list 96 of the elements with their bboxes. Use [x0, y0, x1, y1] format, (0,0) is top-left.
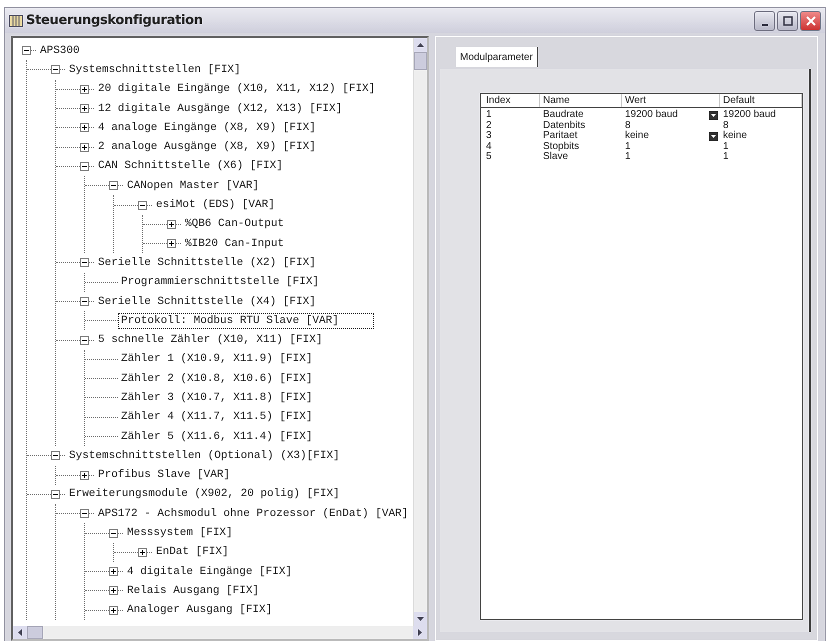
- tree-item[interactable]: Zähler 3 (X10.7, X11.8) [FIX]: [118, 390, 316, 406]
- tree-item[interactable]: Erweiterungsmodule (X902, 20 polig) [FIX]: [66, 486, 343, 502]
- scroll-right-icon[interactable]: [413, 626, 427, 639]
- expand-icon[interactable]: [80, 84, 89, 94]
- table-cell: 1: [625, 142, 631, 152]
- collapse-icon[interactable]: [51, 451, 60, 460]
- tree-item[interactable]: 4 analoge Eingänge (X8, X9) [FIX]: [95, 120, 319, 136]
- tree-item[interactable]: %IB20 Can-Input: [182, 236, 288, 252]
- tree-item[interactable]: Serielle Schnittstelle (X4) [FIX]: [95, 294, 319, 310]
- scroll-down-icon[interactable]: [414, 612, 427, 626]
- tree-item[interactable]: 2 analoge Ausgänge (X8, X9) [FIX]: [95, 139, 319, 156]
- tree-item[interactable]: Analoger Ausgang [FIX]: [124, 602, 276, 618]
- close-icon: [806, 16, 816, 26]
- grid-icon: [9, 14, 23, 26]
- expand-icon[interactable]: [109, 567, 118, 576]
- tree-item[interactable]: %QB6 Can-Output: [182, 216, 288, 232]
- tree-item[interactable]: Systemschnittstellen [FIX]: [66, 62, 244, 78]
- table-cell-text: 2: [485, 120, 493, 131]
- table-cell-text: Slave: [542, 152, 568, 162]
- scroll-thumb[interactable]: [27, 626, 43, 639]
- scroll-thumb[interactable]: [414, 52, 427, 70]
- table-cell-text: 8: [625, 120, 631, 130]
- table-cell-text: 1: [722, 142, 730, 152]
- tree-item[interactable]: 12 digitale Ausgänge (X12, X13) [FIX]: [95, 100, 346, 117]
- dropdown-arrow-icon[interactable]: [709, 110, 718, 120]
- table-cell-text: Stopbits: [542, 142, 580, 152]
- tree-item[interactable]: Systemschnittstellen (Optional) (X3)[FIX]: [66, 448, 343, 464]
- table-cell-text: Baudrate: [542, 110, 585, 120]
- close-button[interactable]: [800, 10, 821, 30]
- tree-item[interactable]: esiMot (EDS) [VAR]: [153, 197, 278, 214]
- window-title: Steuerungskonfiguration: [26, 13, 203, 28]
- tree-item[interactable]: EnDat [FIX]: [153, 544, 232, 560]
- collapse-icon[interactable]: [22, 46, 31, 56]
- column-header[interactable]: Default: [720, 94, 802, 107]
- table-cell-text: 5: [485, 152, 493, 162]
- scroll-left-icon[interactable]: [13, 626, 27, 639]
- table-cell: 19200 baud: [625, 110, 678, 120]
- tree-item[interactable]: Profibus Slave [VAR]: [95, 467, 234, 484]
- collapse-icon[interactable]: [80, 258, 89, 268]
- tree-item[interactable]: Zähler 4 (X11.7, X11.5) [FIX]: [118, 409, 316, 426]
- tab[interactable]: Modulparameter: [456, 47, 538, 67]
- collapse-icon[interactable]: [80, 162, 89, 171]
- expand-icon[interactable]: [80, 470, 89, 480]
- collapse-icon[interactable]: [51, 65, 60, 74]
- collapse-icon[interactable]: [51, 490, 60, 499]
- column-header[interactable]: Wert: [622, 94, 720, 107]
- tree-item[interactable]: 5 schnelle Zähler (X10, X11) [FIX]: [95, 332, 326, 348]
- maximize-button[interactable]: [777, 10, 798, 30]
- tree-item[interactable]: Zähler 5 (X11.6, X11.4) [FIX]: [118, 428, 316, 445]
- tree-item[interactable]: 20 digitale Eingänge (X10, X11, X12) [FIX]: [95, 81, 378, 98]
- tree-item[interactable]: APS172 - Achsmodul ohne Prozessor (EnDat) [VAR]: [95, 506, 412, 522]
- column-header[interactable]: Name: [540, 94, 622, 107]
- table-cell-text: 4: [485, 142, 493, 152]
- expand-icon[interactable]: [109, 586, 118, 596]
- minimize-icon: [762, 24, 768, 26]
- table-cell-text: 8: [722, 120, 730, 130]
- collapse-icon[interactable]: [80, 297, 89, 306]
- tree-item[interactable]: Messsystem [FIX]: [124, 525, 236, 542]
- expand-icon[interactable]: [167, 239, 176, 248]
- table-cell-text: 1: [485, 110, 493, 120]
- tree-item[interactable]: Zähler 1 (X10.9, X11.9) [FIX]: [118, 351, 316, 368]
- table-cell: keine: [625, 131, 649, 142]
- collapse-icon[interactable]: [138, 200, 147, 210]
- dropdown-arrow-icon[interactable]: [709, 132, 718, 141]
- column-header[interactable]: Index: [483, 94, 540, 107]
- expand-icon[interactable]: [138, 548, 147, 557]
- horizontal-scrollbar[interactable]: [13, 626, 427, 639]
- tree-item[interactable]: Protokoll: Modbus RTU Slave [VAR]: [118, 312, 374, 329]
- tree-item[interactable]: CANopen Master [VAR]: [124, 178, 262, 194]
- tree-item[interactable]: APS300: [37, 42, 83, 59]
- tree-item[interactable]: 4 digitale Eingänge [FIX]: [124, 564, 296, 580]
- vertical-scrollbar[interactable]: [413, 38, 427, 626]
- scroll-up-icon[interactable]: [414, 38, 427, 52]
- table-cell-text: Paritaet: [542, 131, 578, 142]
- tree-item[interactable]: Serielle Schnittstelle (X2) [FIX]: [95, 254, 319, 271]
- expand-icon[interactable]: [167, 220, 176, 229]
- table-cell-text: 3: [485, 131, 493, 142]
- table-cell-text: 1: [722, 152, 730, 162]
- collapse-icon[interactable]: [109, 528, 118, 538]
- collapse-icon[interactable]: [80, 509, 89, 518]
- table-cell-text: keine: [722, 131, 748, 142]
- expand-icon[interactable]: [80, 142, 89, 152]
- tree-item[interactable]: Relais Ausgang [FIX]: [124, 582, 262, 599]
- maximize-icon: [782, 16, 792, 26]
- expand-icon[interactable]: [109, 606, 118, 615]
- expand-icon[interactable]: [80, 123, 89, 132]
- table-cell-text: 19200 baud: [722, 110, 777, 120]
- minimize-button[interactable]: [754, 10, 775, 30]
- collapse-icon[interactable]: [80, 336, 89, 345]
- table-cell: 1: [625, 152, 631, 162]
- expand-icon[interactable]: [80, 104, 89, 114]
- table-cell-text: Datenbits: [542, 120, 586, 130]
- tree-item[interactable]: Programmierschnittstelle [FIX]: [118, 274, 322, 290]
- collapse-icon[interactable]: [109, 181, 118, 190]
- tree-item[interactable]: CAN Schnittstelle (X6) [FIX]: [95, 158, 286, 174]
- tree-item[interactable]: Zähler 2 (X10.8, X10.6) [FIX]: [118, 370, 316, 387]
